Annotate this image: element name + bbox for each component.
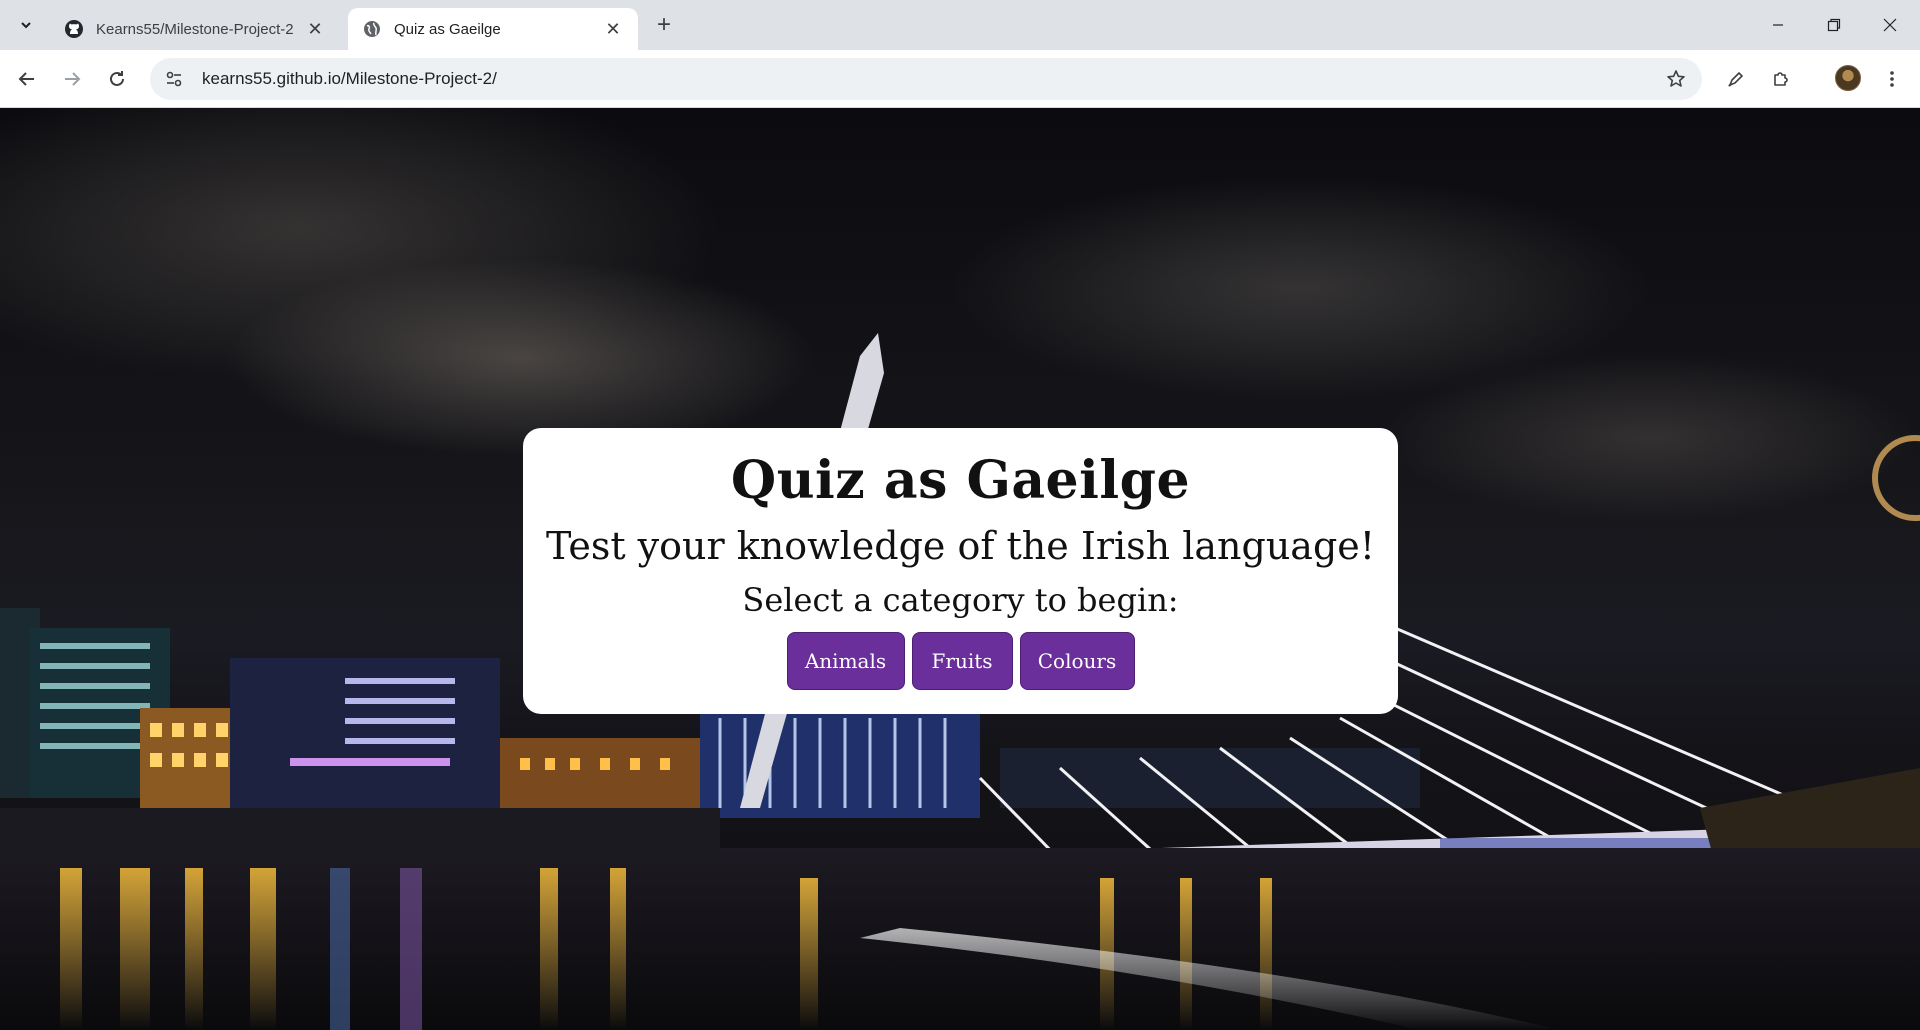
fruits-button[interactable]: Fruits [911,632,1013,690]
quiz-card: Quiz as Gaeilge Test your knowledge of t… [523,428,1398,714]
reload-icon [110,71,124,86]
arrow-left-icon [18,72,34,86]
page-viewport: Quiz as Gaeilge Test your knowledge of t… [0,108,1920,1030]
restore-button[interactable] [1806,0,1862,50]
menu-button[interactable] [1874,61,1910,97]
tab-strip: Kearns55/Milestone-Project-2 ✕ Quiz as G… [0,0,1920,50]
close-window-button[interactable] [1862,0,1918,50]
bookmark-star-icon[interactable] [1658,61,1694,97]
restore-icon [1827,18,1841,32]
reload-button[interactable] [99,61,135,97]
minimize-button[interactable] [1750,0,1806,50]
plus-icon: + [656,11,671,38]
animals-button[interactable]: Animals [786,632,905,690]
colours-button[interactable]: Colours [1019,632,1135,690]
edit-pen-button[interactable] [1718,61,1754,97]
arrow-right-icon [65,72,81,86]
quiz-subtitle: Test your knowledge of the Irish languag… [545,524,1376,568]
close-icon[interactable]: ✕ [304,18,326,40]
site-info-icon[interactable] [156,61,192,97]
category-prompt: Select a category to begin: [742,581,1179,619]
tab-title: Kearns55/Milestone-Project-2 [96,20,294,38]
category-buttons: Animals Fruits Colours [523,632,1398,690]
puzzle-icon [1774,72,1788,86]
close-icon[interactable]: ✕ [602,18,624,40]
github-icon [64,19,84,39]
quiz-title: Quiz as Gaeilge [730,450,1191,511]
pen-icon [1728,71,1744,87]
tab-search-button[interactable] [10,9,42,41]
address-bar[interactable]: kearns55.github.io/Milestone-Project-2/ [150,58,1702,100]
tab-title: Quiz as Gaeilge [394,20,501,38]
globe-icon [362,19,382,39]
extensions-button[interactable] [1763,61,1799,97]
minimize-icon [1773,24,1783,26]
chevron-down-icon [21,22,31,29]
browser-toolbar: kearns55.github.io/Milestone-Project-2/ [0,50,1920,108]
more-vertical-icon [1890,71,1894,87]
new-tab-button[interactable]: + [648,9,680,41]
profile-avatar[interactable] [1835,65,1861,91]
forward-button[interactable] [54,61,90,97]
back-button[interactable] [9,61,45,97]
tab-github[interactable]: Kearns55/Milestone-Project-2 ✕ [50,8,340,50]
close-icon [1883,18,1897,32]
tab-quiz[interactable]: Quiz as Gaeilge ✕ [348,8,638,50]
url-text: kearns55.github.io/Milestone-Project-2/ [202,69,497,88]
